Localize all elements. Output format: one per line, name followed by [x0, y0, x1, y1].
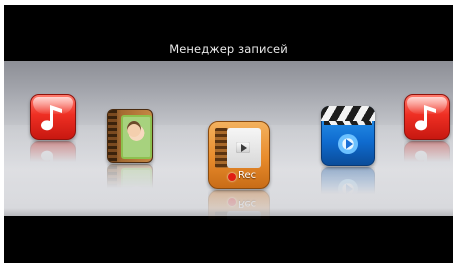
page-title: Менеджер записей — [169, 42, 288, 56]
tv-screen: Менеджер записей Rec — [4, 5, 453, 263]
recorder-tile[interactable]: Rec — [208, 121, 270, 189]
child-face-icon — [127, 121, 141, 137]
music-note-icon — [415, 105, 436, 131]
play-circle-icon — [338, 134, 358, 154]
record-dot-icon — [228, 173, 236, 181]
photo-album-tile[interactable] — [107, 109, 153, 163]
clapperboard-stripe — [324, 121, 372, 125]
music-tile-left[interactable] — [30, 94, 76, 140]
music-note-icon — [41, 105, 62, 131]
album-spine — [108, 110, 117, 162]
play-icon — [236, 142, 250, 153]
carousel-band: Rec — [4, 61, 453, 216]
rec-label: Rec — [238, 170, 257, 181]
music-tile-right[interactable] — [404, 94, 450, 140]
video-tile[interactable] — [321, 106, 375, 166]
clapperboard-icon — [321, 106, 375, 121]
